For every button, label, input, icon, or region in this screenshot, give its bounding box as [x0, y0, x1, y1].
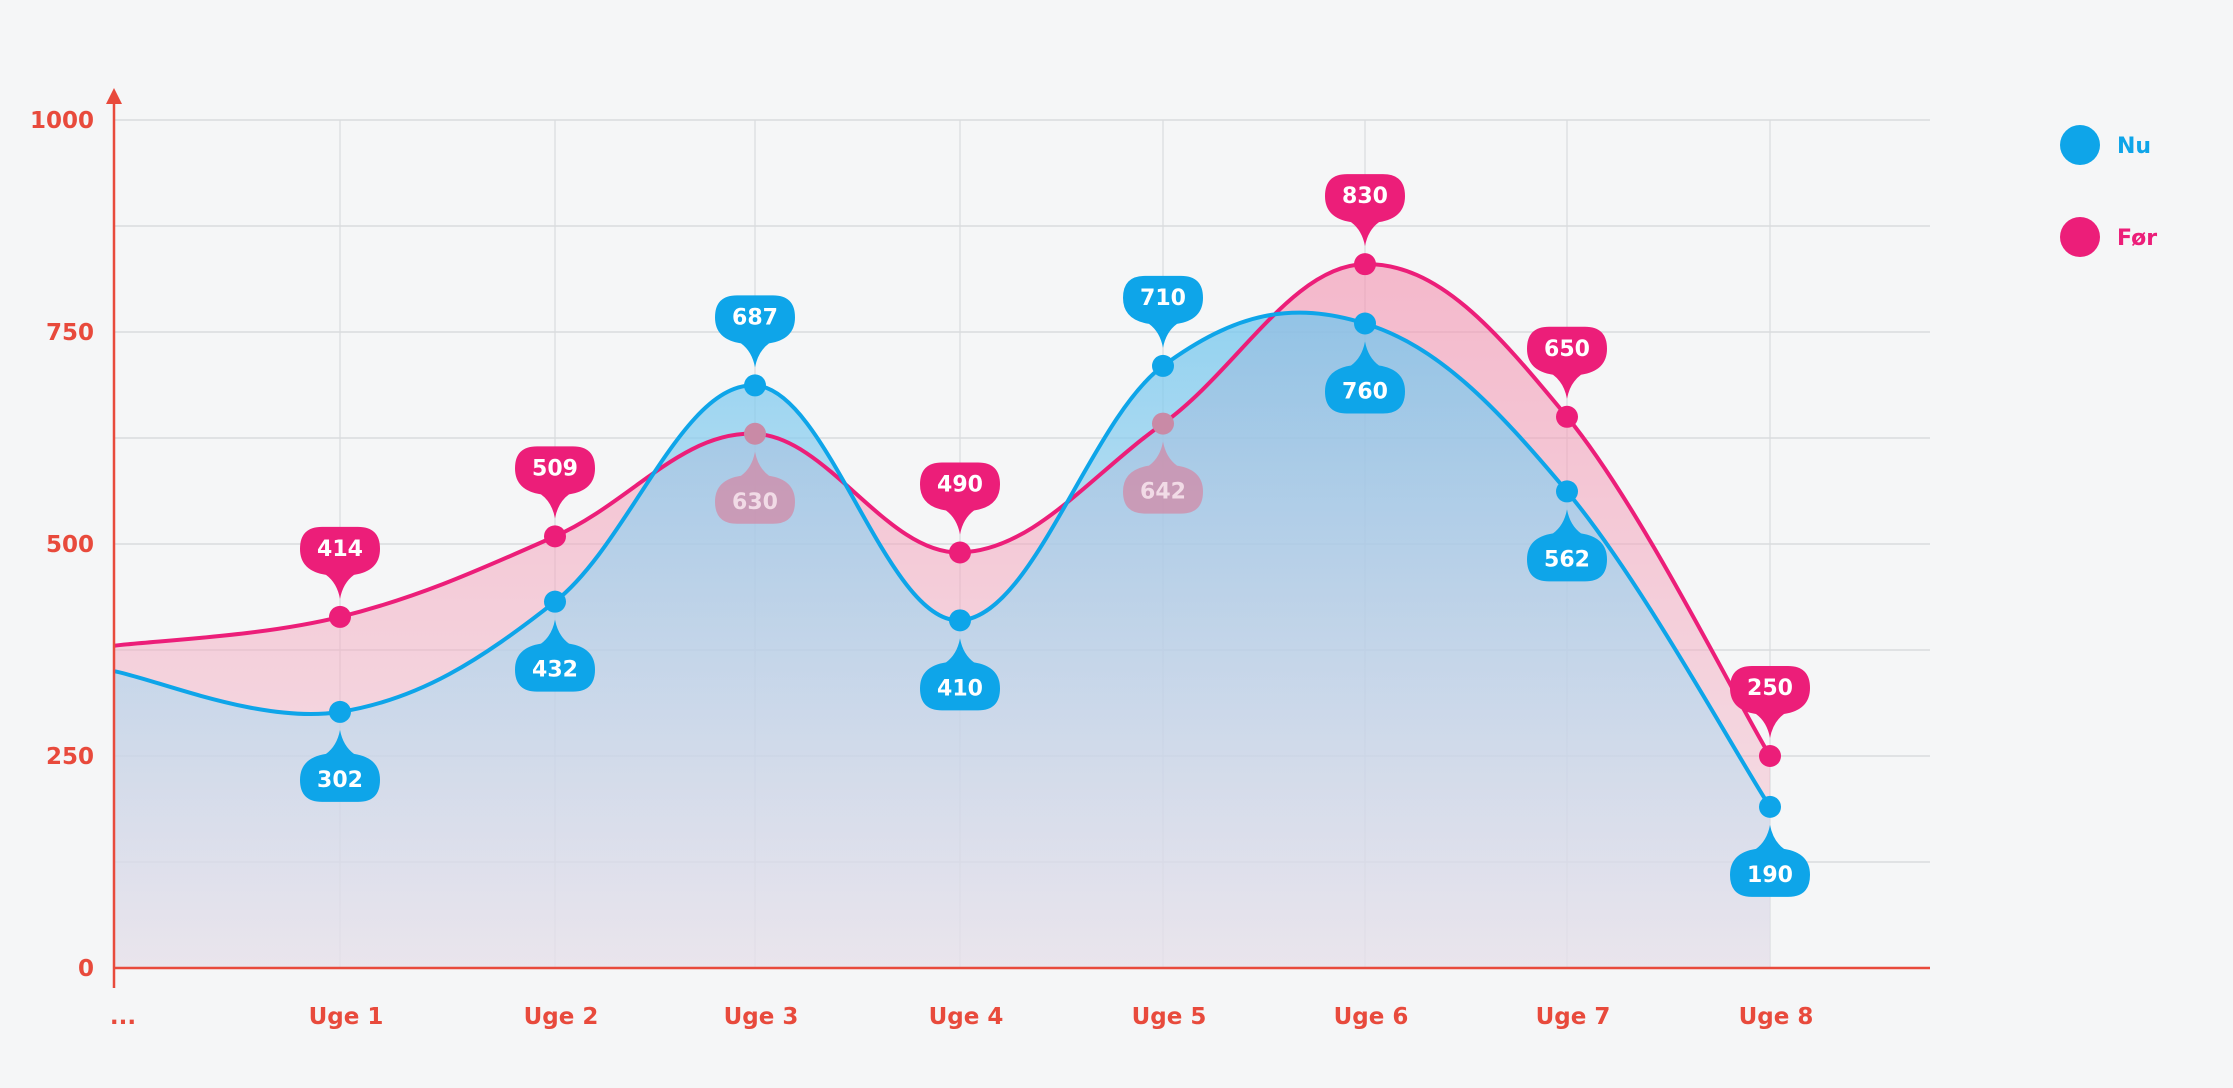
data-label: 630: [732, 490, 778, 515]
data-label: 760: [1342, 380, 1388, 405]
x-tick-label: ...: [110, 1004, 136, 1030]
point-for: [1152, 412, 1174, 435]
point-nu: [1759, 795, 1781, 818]
label-for: 830: [1325, 174, 1405, 247]
data-label: 414: [317, 537, 363, 562]
legend-item-nu: Nu: [2060, 125, 2151, 165]
legend-item-for: Før: [2060, 217, 2157, 257]
data-label: 410: [937, 676, 983, 701]
area-chart: 0 250 500 750 1000... Uge 1 Uge 2 Uge 3 Uge 4 Uge…: [0, 0, 2233, 1084]
legend-swatch: [2060, 217, 2100, 257]
point-nu: [744, 374, 766, 397]
legend-swatch: [2060, 125, 2100, 165]
point-nu: [544, 590, 566, 613]
data-label: 710: [1140, 286, 1186, 311]
point-for: [949, 541, 971, 564]
chart-svg: 0 250 500 750 1000... Uge 1 Uge 2 Uge 3 Uge 4 Uge…: [30, 88, 2157, 1030]
data-label: 190: [1747, 863, 1793, 888]
label-for: 509: [515, 446, 595, 519]
data-label: 687: [732, 305, 778, 330]
data-label: 830: [1342, 184, 1388, 209]
point-for: [329, 605, 351, 628]
point-nu: [1354, 312, 1376, 335]
legend: Nu Før: [2060, 125, 2157, 257]
x-tick-label: Uge 4: [929, 1004, 1004, 1030]
point-for: [1354, 253, 1376, 276]
data-label: 562: [1544, 547, 1590, 572]
y-tick-label: 750: [46, 320, 94, 346]
x-tick-label: Uge 3: [724, 1004, 799, 1030]
x-tick-label: Uge 5: [1132, 1004, 1207, 1030]
y-tick-label: 500: [46, 532, 94, 558]
x-tick-label: Uge 7: [1536, 1004, 1611, 1030]
label-nu: 687: [715, 295, 795, 368]
point-nu: [1152, 354, 1174, 377]
y-axis-arrow: [106, 88, 122, 104]
y-tick-label: 1000: [30, 108, 94, 134]
point-nu: [1556, 480, 1578, 503]
point-for: [544, 525, 566, 548]
data-label: 642: [1140, 480, 1186, 505]
y-tick-label: 250: [46, 744, 94, 770]
legend-label: Nu: [2117, 134, 2151, 159]
data-label: 432: [532, 658, 578, 683]
data-label: 302: [317, 768, 363, 793]
label-nu: 710: [1123, 275, 1203, 348]
x-tick-label: Uge 8: [1739, 1004, 1814, 1030]
point-nu: [329, 700, 351, 723]
data-label: 250: [1747, 676, 1793, 701]
y-tick-label: 0: [78, 956, 94, 982]
x-tick-label: Uge 1: [309, 1004, 384, 1030]
x-tick-label: Uge 2: [524, 1004, 599, 1030]
point-nu: [949, 609, 971, 632]
data-label: 490: [937, 472, 983, 497]
x-tick-label: Uge 6: [1334, 1004, 1409, 1030]
label-for: 414: [300, 526, 380, 599]
point-for: [1759, 745, 1781, 767]
data-label: 650: [1544, 337, 1590, 362]
point-for: [1556, 405, 1578, 428]
point-for: [744, 422, 766, 445]
label-for: 490: [920, 462, 1000, 535]
legend-label: Før: [2117, 226, 2157, 251]
data-label: 509: [532, 456, 578, 481]
